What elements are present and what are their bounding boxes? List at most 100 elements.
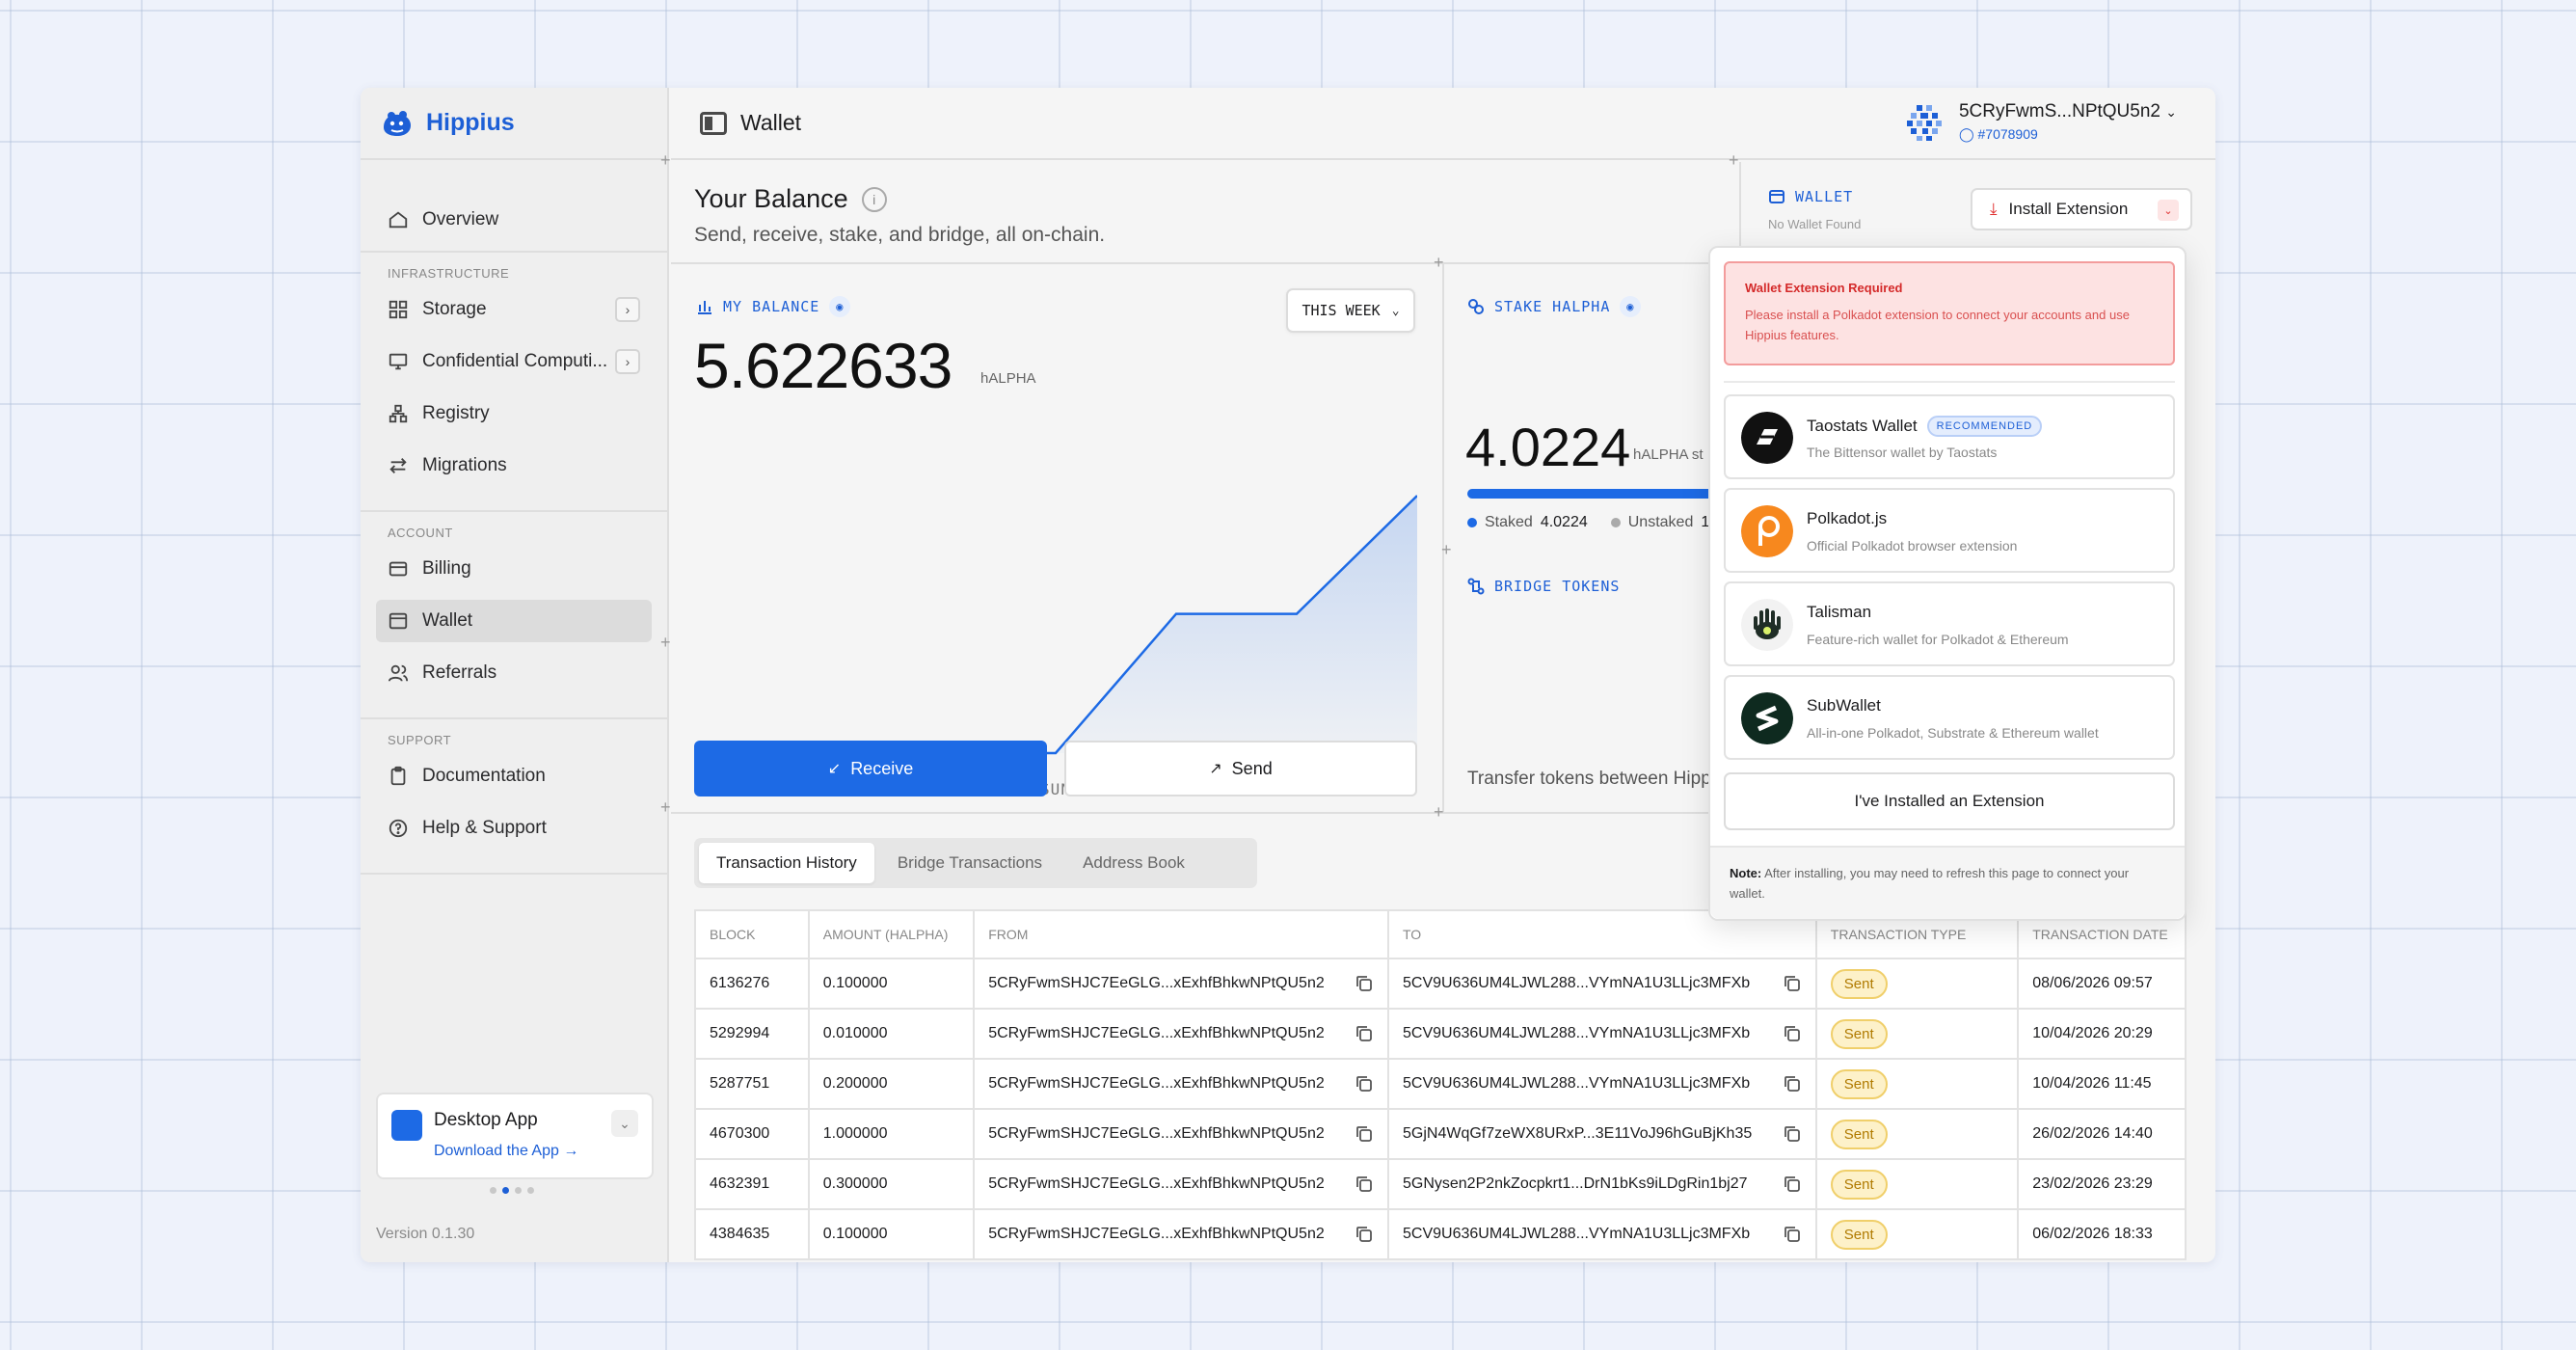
sidebar-item-billing[interactable]: Billing — [376, 548, 652, 590]
download-icon: ⤓ — [1990, 200, 1998, 218]
send-button[interactable]: ↗ Send — [1064, 741, 1417, 796]
table-row[interactable]: 4632391 0.300000 5CRyFwmSHJC7EeGLG...xExhf… — [695, 1159, 2187, 1210]
chevron-right-icon[interactable]: › — [615, 297, 640, 322]
desktop-app-card[interactable]: Desktop App Download the App → ⌄ — [376, 1093, 654, 1179]
cell-date: 10/04/2026 20:29 — [2018, 1009, 2187, 1060]
credit-card-icon — [389, 561, 408, 577]
copy-icon[interactable] — [1783, 1074, 1802, 1094]
nav-section-heading: ACCOUNT — [388, 526, 453, 540]
chevron-down-icon: ⌄ — [1391, 303, 1400, 318]
sidebar-item-label: Overview — [422, 209, 499, 230]
stake-value: 4.0224 — [1465, 417, 1631, 477]
period-select[interactable]: THIS WEEK ⌄ — [1286, 288, 1415, 333]
cell-type: Sent — [1815, 1009, 2020, 1060]
extension-description: Official Polkadot browser extension — [1807, 538, 2018, 554]
cell-date: 23/02/2026 23:29 — [2018, 1159, 2187, 1210]
eye-icon[interactable]: ◉ — [1620, 296, 1642, 317]
copy-icon[interactable] — [1783, 1174, 1802, 1194]
sidebar-item-label: Registry — [422, 403, 490, 423]
copy-icon[interactable] — [1783, 1024, 1802, 1043]
col-header-amount[interactable]: AMOUNT (hALPHA) — [808, 910, 976, 959]
chevron-right-icon[interactable]: › — [615, 349, 640, 374]
table-row[interactable]: 4670300 1.000000 5CRyFwmSHJC7EeGLG...xExhf… — [695, 1109, 2187, 1160]
info-icon[interactable]: i — [861, 186, 887, 212]
cell-amount: 0.100000 — [808, 1209, 976, 1260]
sidebar-item-wallet[interactable]: Wallet — [376, 600, 652, 642]
extension-description: Feature-rich wallet for Polkadot & Ether… — [1807, 632, 2069, 647]
status-badge: Sent — [1830, 1219, 1888, 1250]
tab-transaction-history[interactable]: Transaction History — [699, 843, 874, 883]
copy-icon[interactable] — [1783, 1225, 1802, 1244]
stake-unit: hALPHA st — [1633, 446, 1704, 463]
extension-subwallet[interactable]: SubWallet All-in-one Polkadot, Substrate… — [1724, 675, 2175, 760]
status-badge: Sent — [1830, 968, 1888, 999]
extension-name: SubWallet — [1807, 696, 1881, 715]
sidebar-item-registry[interactable]: Registry — [376, 392, 652, 435]
cell-block: 5292994 — [695, 1009, 810, 1060]
tab-bridge-transactions[interactable]: Bridge Transactions — [880, 843, 1060, 883]
table-row[interactable]: 6136276 0.100000 5CRyFwmSHJC7EeGLG...xExhf… — [695, 958, 2187, 1010]
install-extension-button[interactable]: ⤓ Install Extension ⌄ — [1971, 188, 2192, 230]
extension-polkadotjs[interactable]: Polkadot.js Official Polkadot browser ex… — [1724, 488, 2175, 573]
alert-title: Wallet Extension Required — [1745, 281, 1903, 295]
cell-to: 5GjN4WqGf7zeWX8URxP...3E11VoJ96hGuBjKh35 — [1387, 1109, 1817, 1160]
extension-taostats[interactable]: Taostats Wallet RECOMMENDED The Bittensor… — [1724, 394, 2175, 479]
installed-extension-button[interactable]: I've Installed an Extension — [1724, 772, 2175, 830]
table-row[interactable]: 4384635 0.100000 5CRyFwmSHJC7EeGLG...xExhf… — [695, 1209, 2187, 1260]
extension-name: Polkadot.js — [1807, 509, 1888, 527]
sidebar-item-confidential-computing[interactable]: Confidential Computi... › — [376, 340, 652, 383]
carousel-dots[interactable] — [490, 1187, 534, 1194]
copy-icon[interactable] — [1355, 1024, 1374, 1043]
sidebar-item-overview[interactable]: Overview — [376, 199, 652, 241]
sidebar-item-help-support[interactable]: Help & Support — [376, 807, 652, 850]
cell-amount: 0.010000 — [808, 1009, 976, 1060]
copy-icon[interactable] — [1783, 974, 1802, 993]
home-icon — [389, 211, 408, 229]
extension-name: Talisman — [1807, 603, 1872, 621]
cell-block: 5287751 — [695, 1059, 810, 1110]
table-row[interactable]: 5287751 0.200000 5CRyFwmSHJC7EeGLG...xExhf… — [695, 1059, 2187, 1110]
copy-icon[interactable] — [1355, 1074, 1374, 1094]
copy-icon[interactable] — [1355, 1225, 1374, 1244]
copy-icon[interactable] — [1783, 1124, 1802, 1144]
nav-section-heading: SUPPORT — [388, 733, 452, 747]
cell-to: 5GNysen2P2nkZocpkrt1...DrN1bKs9iLDgRin1b… — [1387, 1159, 1817, 1210]
cell-to: 5CV9U636UM4LJWL288...VYmNA1U3LLjc3MFXb — [1387, 1059, 1817, 1110]
sidebar-item-documentation[interactable]: Documentation — [376, 755, 652, 797]
cell-to: 5CV9U636UM4LJWL288...VYmNA1U3LLjc3MFXb — [1387, 958, 1817, 1010]
sidebar-item-storage[interactable]: Storage › — [376, 288, 652, 331]
chevron-down-icon[interactable]: ⌄ — [2158, 200, 2179, 221]
balance-header: Your Balance i Send, receive, stake, and … — [694, 184, 1105, 247]
sidebar-item-migrations[interactable]: Migrations — [376, 445, 652, 487]
cell-date: 06/02/2026 18:33 — [2018, 1209, 2187, 1260]
extension-talisman[interactable]: Talisman Feature-rich wallet for Polkado… — [1724, 581, 2175, 666]
eye-icon[interactable]: ◉ — [829, 296, 851, 317]
sidebar-item-referrals[interactable]: Referrals — [376, 652, 652, 694]
cell-block: 4632391 — [695, 1159, 810, 1210]
cell-type: Sent — [1815, 1109, 2020, 1160]
monitor-icon — [389, 353, 408, 370]
arrow-up-right-icon: ↗ — [1209, 761, 1222, 777]
bridge-tokens-label: BRIDGE TOKENS — [1467, 578, 1620, 595]
copy-icon[interactable] — [1355, 974, 1374, 993]
sidebar-item-label: Referrals — [422, 662, 497, 683]
tab-address-book[interactable]: Address Book — [1065, 843, 1202, 883]
col-header-block[interactable]: BLOCK — [695, 910, 810, 959]
col-header-from[interactable]: FROM — [974, 910, 1389, 959]
cell-type: Sent — [1815, 1059, 2020, 1110]
cell-date: 10/04/2026 11:45 — [2018, 1059, 2187, 1110]
copy-icon[interactable] — [1355, 1174, 1374, 1194]
brand[interactable]: Hippius — [361, 88, 667, 160]
alert-description: Please install a Polkadot extension to c… — [1745, 308, 2130, 342]
stake-legend: Staked 4.0224 Unstaked 1 — [1467, 514, 1709, 531]
receive-button[interactable]: ↙ Receive — [694, 741, 1047, 796]
download-app-link[interactable]: Download the App → — [434, 1143, 578, 1160]
copy-icon[interactable] — [1355, 1124, 1374, 1144]
chevron-down-icon[interactable]: ⌄ — [611, 1110, 638, 1137]
table-row[interactable]: 5292994 0.010000 5CRyFwmSHJC7EeGLG...xExhf… — [695, 1009, 2187, 1060]
bridge-icon — [1467, 578, 1485, 595]
sidebar-toggle-icon[interactable] — [700, 111, 727, 135]
account-selector[interactable]: 5CRyFwmS...NPtQU5n2 ⌄ ◯ #7078909 — [1905, 101, 2177, 143]
cell-type: Sent — [1815, 958, 2020, 1010]
subwallet-logo-icon — [1741, 692, 1793, 744]
